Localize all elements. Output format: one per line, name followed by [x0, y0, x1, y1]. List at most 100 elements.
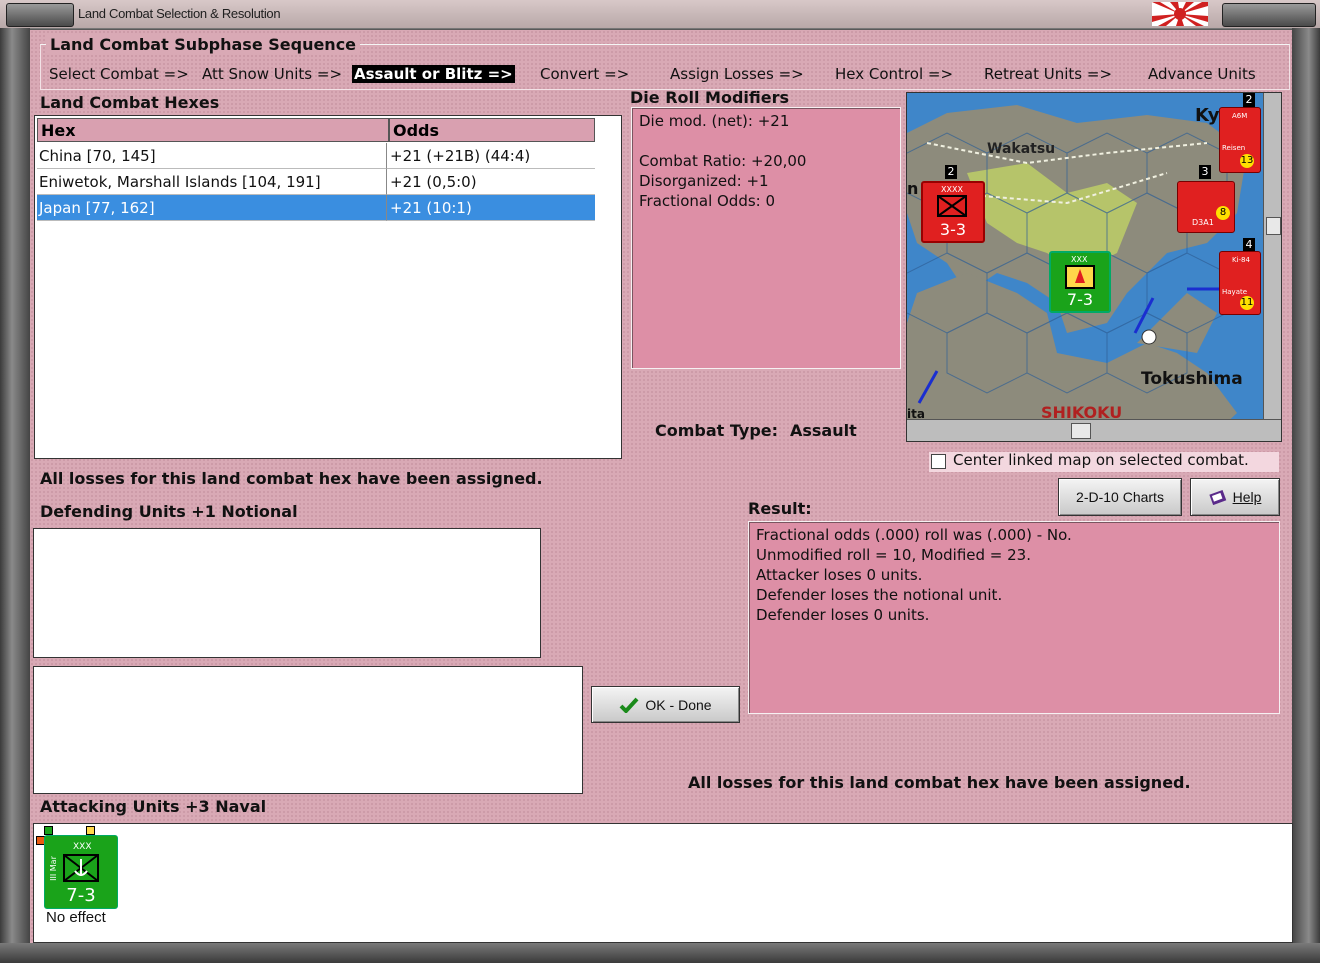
- secondary-units-list[interactable]: [33, 666, 583, 794]
- table-row[interactable]: China [70, 145] +21 (+21B) (44:4): [37, 143, 595, 169]
- modifiers-panel: Die mod. (net): +21 Combat Ratio: +20,00…: [631, 107, 901, 369]
- odds-cell: +21 (10:1): [387, 195, 595, 221]
- map-label-n: n: [907, 179, 919, 198]
- map-air-unit[interactable]: Ki-84 Hayate 11: [1219, 251, 1261, 315]
- table-row[interactable]: Eniwetok, Marshall Islands [104, 191] +2…: [37, 169, 595, 195]
- hexes-table[interactable]: Hex Odds China [70, 145] +21 (+21B) (44:…: [34, 115, 622, 459]
- title-bar: Land Combat Selection & Resolution: [0, 0, 1320, 29]
- air-unit-type: Reisen: [1222, 144, 1246, 152]
- map-unit-green[interactable]: XXX 7-3: [1049, 251, 1111, 313]
- table-row-selected[interactable]: Japan [77, 162] +21 (10:1): [37, 195, 595, 221]
- hex-cell: Japan [77, 162]: [37, 195, 387, 221]
- map-label-wakatsu: Wakatsu: [987, 141, 1056, 157]
- modifier-line: Disorganized: +1: [639, 172, 769, 190]
- checkmark-icon: [620, 697, 639, 713]
- help-book-icon: [1208, 489, 1226, 505]
- window-title: Land Combat Selection & Resolution: [78, 6, 281, 21]
- sequence-title: Land Combat Subphase Sequence: [46, 35, 361, 54]
- seq-step-att-snow-units: Att Snow Units =>: [202, 65, 343, 83]
- result-line: Unmodified roll = 10, Modified = 23.: [756, 546, 1031, 564]
- seq-step-hex-control: Hex Control =>: [835, 65, 954, 83]
- air-value-badge: 11: [1240, 296, 1254, 310]
- combat-type-value: Assault: [790, 421, 857, 440]
- unit-value: 3-3: [939, 220, 967, 239]
- seq-step-assault-or-blitz: Assault or Blitz =>: [352, 65, 515, 83]
- hex-cell: Eniwetok, Marshall Islands [104, 191]: [37, 169, 387, 195]
- attacking-title: Attacking Units +3 Naval: [40, 797, 267, 816]
- seq-step-convert: Convert =>: [540, 65, 630, 83]
- unit-status: No effect: [46, 909, 106, 926]
- modifiers-title: Die Roll Modifiers: [630, 88, 790, 107]
- marine-icon: [1065, 265, 1095, 289]
- charts-button[interactable]: 2-D-10 Charts: [1058, 478, 1182, 516]
- seq-step-assign-losses: Assign Losses =>: [670, 65, 804, 83]
- frame-left: [0, 28, 30, 963]
- map-hscroll-thumb[interactable]: [1071, 423, 1091, 439]
- stack-count: 3: [1199, 165, 1211, 179]
- ok-done-button[interactable]: OK - Done: [591, 686, 740, 723]
- map-air-unit[interactable]: D3A1 8: [1177, 181, 1235, 233]
- unit-size: XXX: [1071, 255, 1088, 264]
- column-header-odds[interactable]: Odds: [389, 118, 595, 142]
- losses-assigned-top: All losses for this land combat hex have…: [40, 469, 543, 488]
- result-line: Attacker loses 0 units.: [756, 566, 923, 584]
- infantry-icon: [937, 195, 967, 217]
- frame-right: [1292, 28, 1320, 963]
- rising-sun-flag-icon: [1152, 2, 1208, 26]
- hexes-title: Land Combat Hexes: [40, 93, 220, 112]
- unit-value: 7-3: [66, 885, 96, 906]
- map-unit-red[interactable]: XXXX 3-3: [921, 181, 985, 243]
- attacking-unit[interactable]: XXX III Mar 7-3: [44, 835, 118, 909]
- status-dot: [86, 826, 95, 835]
- defending-title: Defending Units +1 Notional: [40, 502, 298, 521]
- map-horizontal-scrollbar[interactable]: [907, 419, 1281, 441]
- modifier-line: Combat Ratio: +20,00: [639, 152, 807, 170]
- defending-units-list[interactable]: [33, 528, 541, 658]
- map-label-tokushima: Tokushima: [1141, 369, 1243, 389]
- column-header-hex[interactable]: Hex: [37, 118, 389, 142]
- unit-size: XXX: [73, 842, 92, 852]
- air-value-badge: 13: [1240, 154, 1254, 168]
- linked-map[interactable]: Wakatsu Tokushima SHIKOKU Ky n ita 2 2 3…: [906, 92, 1282, 442]
- map-label-ky: Ky: [1195, 105, 1220, 126]
- result-line: Defender loses the notional unit.: [756, 586, 1003, 604]
- air-unit-type: D3A1: [1192, 218, 1214, 227]
- charts-button-label: 2-D-10 Charts: [1076, 489, 1164, 505]
- help-button-label: Help: [1232, 489, 1262, 505]
- unit-size: XXXX: [941, 185, 963, 194]
- center-linked-checkbox[interactable]: [931, 454, 946, 469]
- map-vertical-scrollbar[interactable]: [1263, 93, 1281, 419]
- seq-step-advance-units: Advance Units: [1148, 65, 1256, 83]
- map-air-unit[interactable]: A6M Reisen 13: [1219, 107, 1261, 173]
- stack-count: 2: [945, 165, 957, 179]
- odds-cell: +21 (0,5:0): [387, 169, 595, 195]
- air-value-badge: 8: [1216, 206, 1230, 220]
- unit-side-text: III Mar: [48, 856, 58, 881]
- center-linked-label: Center linked map on selected combat.: [953, 451, 1249, 469]
- map-vscroll-thumb[interactable]: [1266, 217, 1281, 235]
- ok-done-label: OK - Done: [645, 696, 712, 713]
- result-line: Defender loses 0 units.: [756, 606, 930, 624]
- combat-type-label: Combat Type:: [655, 421, 779, 440]
- help-button[interactable]: Help: [1190, 478, 1280, 516]
- center-linked-row[interactable]: Center linked map on selected combat.: [929, 451, 1279, 472]
- air-unit-type: Ki-84: [1232, 256, 1250, 264]
- window-menu-button[interactable]: [6, 3, 74, 27]
- result-line: Fractional odds (.000) roll was (.000) -…: [756, 526, 1072, 544]
- hex-cell: China [70, 145]: [37, 143, 387, 169]
- marine-anchor-icon: [63, 854, 99, 882]
- result-title: Result:: [748, 499, 812, 518]
- unit-value: 7-3: [1066, 290, 1094, 309]
- modifier-line: Fractional Odds: 0: [639, 192, 776, 210]
- seq-step-select-combat: Select Combat =>: [49, 65, 189, 83]
- window-controls[interactable]: [1222, 3, 1316, 27]
- attacking-units-list[interactable]: XXX III Mar 7-3 No effect: [33, 823, 1293, 943]
- air-unit-type: Hayate: [1222, 288, 1248, 296]
- status-dot: [44, 826, 53, 835]
- die-mod-net: Die mod. (net): +21: [639, 112, 790, 130]
- stack-count: 2: [1243, 93, 1255, 107]
- air-unit-type: A6M: [1232, 112, 1248, 120]
- result-panel: Fractional odds (.000) roll was (.000) -…: [748, 521, 1280, 714]
- odds-cell: +21 (+21B) (44:4): [387, 143, 595, 169]
- seq-step-retreat-units: Retreat Units =>: [984, 65, 1113, 83]
